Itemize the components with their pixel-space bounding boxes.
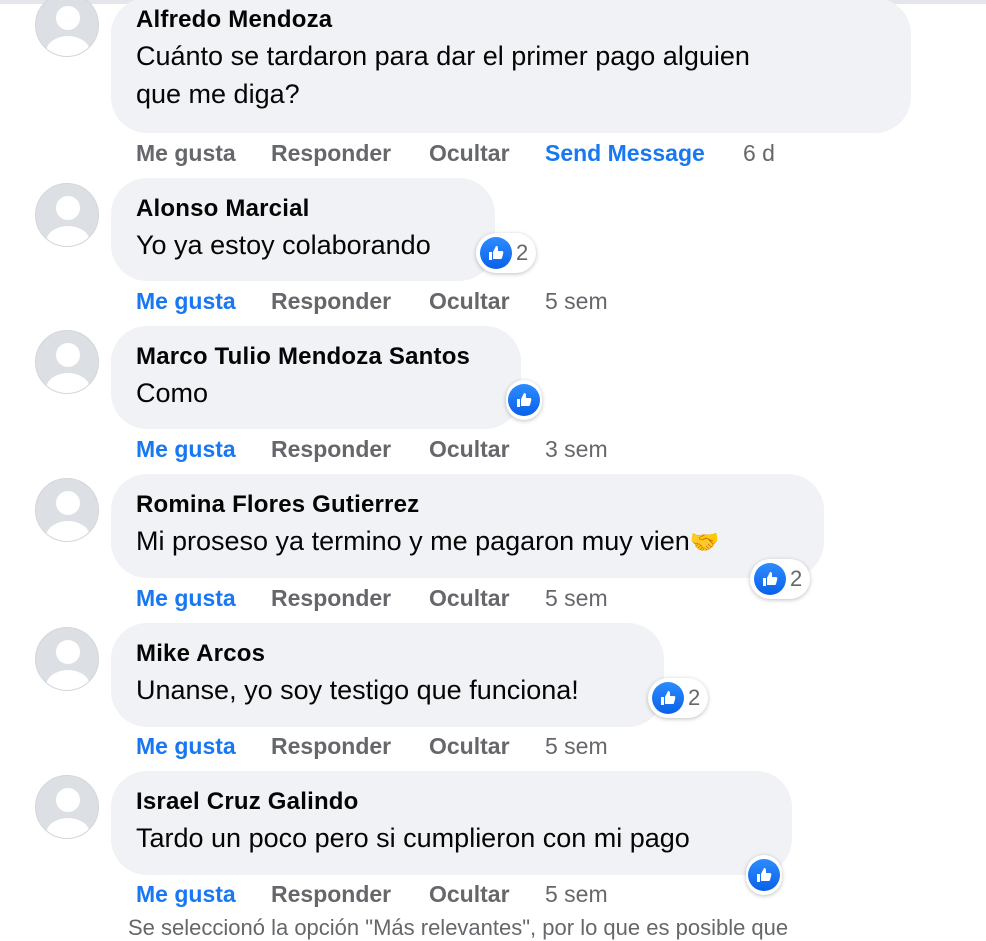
reaction-count: 2 [516,240,529,265]
like-reaction-icon [508,384,540,416]
hide-button[interactable]: Ocultar [429,881,510,908]
reply-button[interactable]: Responder [271,585,391,612]
comment-timestamp[interactable]: 5 sem [545,288,608,315]
comment-timestamp[interactable]: 6 d [743,140,775,167]
like-button[interactable]: Me gusta [136,733,236,760]
comment-text: Unanse, yo soy testigo que funciona! [136,675,579,705]
avatar[interactable] [35,627,99,691]
reply-button[interactable]: Responder [271,288,391,315]
comment-author[interactable]: Romina Flores Gutierrez [136,474,799,519]
default-avatar-icon [46,640,90,690]
like-reaction-icon [748,859,780,891]
comment-text: Yo ya estoy colaborando [136,230,431,260]
comment-timestamp[interactable]: 3 sem [545,436,608,463]
hide-button[interactable]: Ocultar [429,436,510,463]
relevance-filter-note: Se seleccionó la opción "Más relevantes"… [128,915,789,940]
comment-text-line: que me diga? [136,79,300,109]
reply-button[interactable]: Responder [271,881,391,908]
like-button[interactable]: Me gusta [136,288,236,315]
comment-bubble: Romina Flores Gutierrez Mi proseso ya te… [111,474,824,578]
comment-text: Tardo un poco pero si cumplieron con mi … [136,823,690,853]
avatar[interactable] [35,775,99,839]
comment-text: Mi proseso ya termino y me pagaron muy v… [136,522,799,562]
comment-bubble: Mike Arcos Unanse, yo soy testigo que fu… [111,623,664,727]
hide-button[interactable]: Ocultar [429,288,510,315]
comment-text-line: Cuánto se tardaron para dar el primer pa… [136,41,750,71]
avatar[interactable] [35,330,99,394]
hide-button[interactable]: Ocultar [429,733,510,760]
comment-timestamp[interactable]: 5 sem [545,881,608,908]
handshake-emoji: 🤝 [689,529,720,556]
reaction-summary[interactable]: 2 [750,559,811,599]
comment-text-content: Mi proseso ya termino y me pagaron muy v… [136,526,690,556]
comment-text: Como [136,378,209,408]
like-button[interactable]: Me gusta [136,881,236,908]
comment-author[interactable]: Israel Cruz Galindo [136,771,767,816]
send-message-button[interactable]: Send Message [545,140,705,167]
default-avatar-icon [46,196,90,246]
like-reaction-icon [480,237,512,269]
avatar[interactable] [35,478,99,542]
comment-bubble: Alonso Marcial Yo ya estoy colaborando [111,178,495,281]
like-button[interactable]: Me gusta [136,436,236,463]
reaction-summary[interactable] [506,380,542,420]
comment-timestamp[interactable]: 5 sem [545,585,608,612]
comment-author[interactable]: Alonso Marcial [136,178,470,223]
hide-button[interactable]: Ocultar [429,585,510,612]
reply-button[interactable]: Responder [271,733,391,760]
like-reaction-icon [754,563,786,595]
comment-author[interactable]: Marco Tulio Mendoza Santos [136,326,496,371]
comment-author[interactable]: Mike Arcos [136,623,639,668]
comment-timestamp[interactable]: 5 sem [545,733,608,760]
default-avatar-icon [46,343,90,393]
default-avatar-icon [46,6,90,56]
hide-button[interactable]: Ocultar [429,140,510,167]
reply-button[interactable]: Responder [271,436,391,463]
comment-bubble: Alfredo Mendoza Cuánto se tardaron para … [111,0,911,133]
comment-author[interactable]: Alfredo Mendoza [136,0,886,34]
reaction-summary[interactable]: 2 [476,233,537,273]
avatar[interactable] [35,0,99,57]
comment-bubble: Israel Cruz Galindo Tardo un poco pero s… [111,771,792,875]
default-avatar-icon [46,491,90,541]
reaction-count: 2 [790,566,803,591]
comment-bubble: Marco Tulio Mendoza Santos Como [111,326,521,429]
reaction-summary[interactable]: 2 [648,678,709,718]
like-button[interactable]: Me gusta [136,140,236,167]
like-button[interactable]: Me gusta [136,585,236,612]
like-reaction-icon [652,682,684,714]
reaction-count: 2 [688,685,701,710]
default-avatar-icon [46,788,90,838]
avatar[interactable] [35,183,99,247]
reply-button[interactable]: Responder [271,140,391,167]
reaction-summary[interactable] [746,855,782,895]
